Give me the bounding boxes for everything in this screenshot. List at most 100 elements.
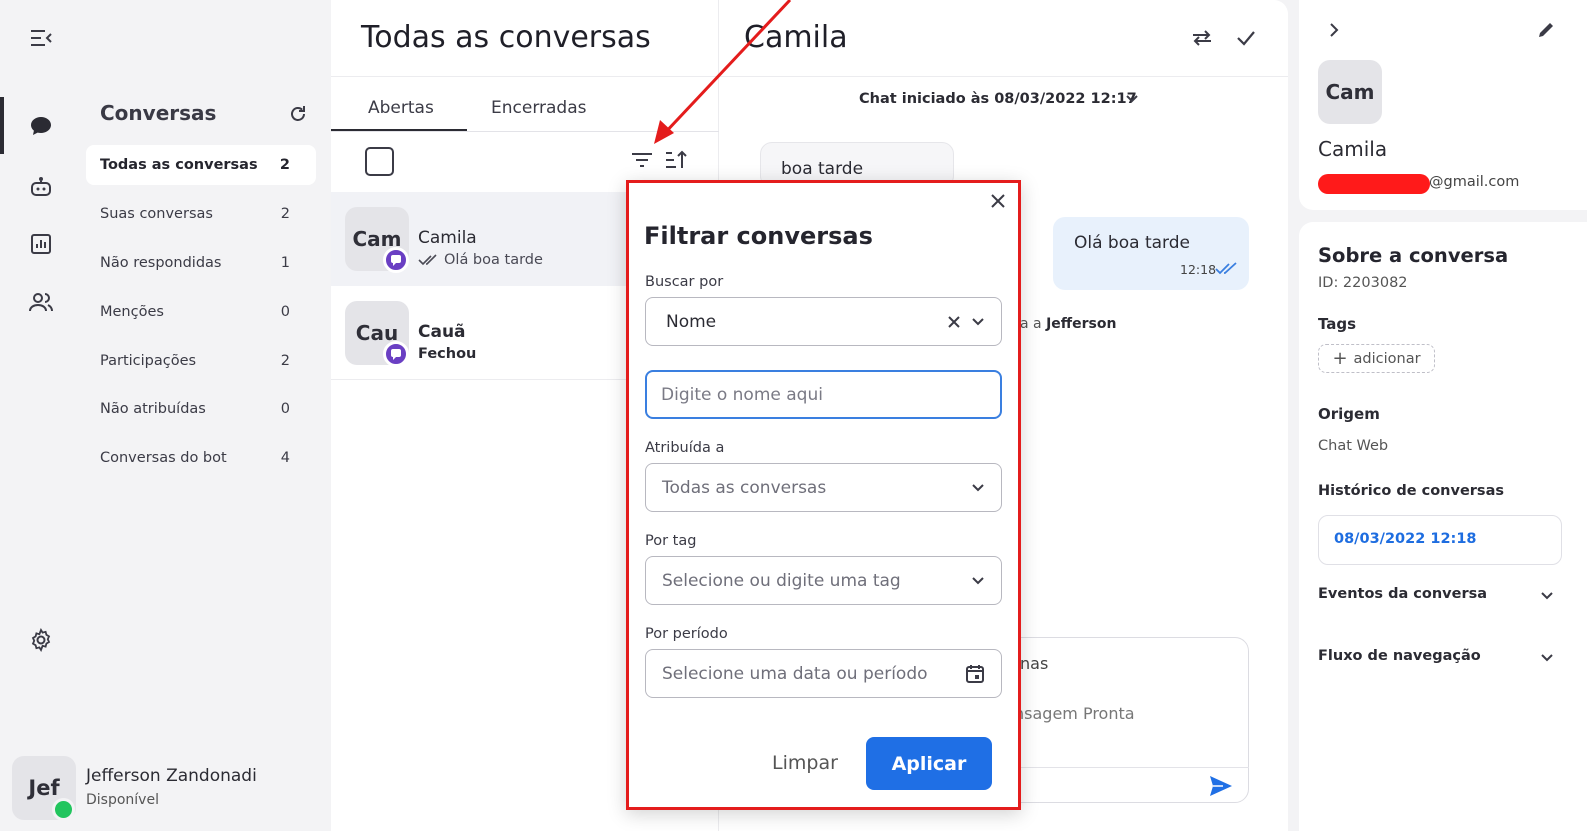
nav-rail xyxy=(0,0,80,831)
last-message-text: Olá boa tarde xyxy=(444,252,543,268)
calendar-icon[interactable] xyxy=(965,664,985,684)
chevron-down-icon[interactable] xyxy=(1540,591,1554,601)
conversation-id: ID: 2203082 xyxy=(1318,275,1408,291)
active-tab-underline xyxy=(331,129,467,131)
apply-button[interactable]: Aplicar xyxy=(866,737,992,790)
double-check-icon xyxy=(418,254,437,266)
canned-message-placeholder[interactable]: nsagem Pronta xyxy=(1014,704,1135,723)
add-tag-label: adicionar xyxy=(1353,350,1421,367)
sidebar-item-nao-respondidas[interactable]: Não respondidas 1 xyxy=(86,243,316,283)
divider xyxy=(1000,767,1249,768)
search-by-select[interactable]: Nome xyxy=(645,297,1002,346)
last-message-text: Fechou xyxy=(418,346,477,362)
assignment-note: a a Jefferson xyxy=(1020,316,1116,332)
sidebar-item-label: Suas conversas xyxy=(100,206,213,222)
search-by-value: Nome xyxy=(666,311,717,332)
annotation-arrow xyxy=(654,0,792,144)
sidebar-item-count: 2 xyxy=(279,157,290,173)
last-message: Fechou xyxy=(418,346,476,362)
outgoing-message-text: Olá boa tarde xyxy=(1074,233,1190,253)
settings-icon[interactable] xyxy=(27,626,55,654)
flow-accordion[interactable]: Fluxo de navegação xyxy=(1318,648,1481,664)
conversation-name: Camila xyxy=(418,228,477,248)
user-name: Jefferson Zandonadi xyxy=(86,766,257,786)
sidebar-item-label: Conversas do bot xyxy=(100,450,227,466)
sidebar-item-todas-as-conversas[interactable]: Todas as conversas 2 xyxy=(86,145,316,185)
plus-icon: + xyxy=(1332,347,1348,369)
assignment-agent: Jefferson xyxy=(1046,316,1117,332)
add-tag-button[interactable]: + adicionar xyxy=(1318,344,1435,373)
refresh-icon[interactable] xyxy=(288,104,308,124)
contact-avatar: Cam xyxy=(1318,60,1382,124)
period-date-picker[interactable]: Selecione uma data ou período xyxy=(645,649,1002,698)
chevron-down-icon[interactable] xyxy=(971,576,985,586)
sidebar-item-nao-atribuidas[interactable]: Não atribuídas 0 xyxy=(86,389,316,429)
tag-label: Por tag xyxy=(645,533,697,549)
tab-encerradas[interactable]: Encerradas xyxy=(491,98,586,118)
online-status-dot xyxy=(52,798,75,821)
search-by-label: Buscar por xyxy=(645,274,724,290)
modal-title: Filtrar conversas xyxy=(644,222,873,250)
redaction-mark xyxy=(1318,174,1430,194)
tab-abertas[interactable]: Abertas xyxy=(368,98,434,118)
assignment-note-prefix: a a xyxy=(1020,316,1047,332)
select-all-checkbox[interactable] xyxy=(365,147,394,176)
sort-icon[interactable] xyxy=(665,150,687,170)
filter-icon[interactable] xyxy=(631,151,653,169)
chat-icon[interactable] xyxy=(27,112,55,140)
chevron-right-icon[interactable] xyxy=(1328,22,1340,38)
origin-label: Origem xyxy=(1318,405,1380,423)
sidebar-item-count: 2 xyxy=(280,353,290,369)
events-accordion[interactable]: Eventos da conversa xyxy=(1318,586,1487,602)
chevron-down-icon[interactable] xyxy=(971,483,985,493)
assigned-label: Atribuída a xyxy=(645,440,725,456)
sidebar-item-count: 0 xyxy=(280,304,290,320)
tags-label: Tags xyxy=(1318,315,1357,333)
chevron-down-icon[interactable] xyxy=(1125,94,1139,104)
sidebar-item-label: Não respondidas xyxy=(100,255,222,271)
assigned-value: Todas as conversas xyxy=(662,477,827,498)
outgoing-message xyxy=(1053,217,1249,290)
sidebar-title: Conversas xyxy=(100,101,217,125)
sidebar-item-count: 2 xyxy=(280,206,290,222)
name-search-input[interactable] xyxy=(645,370,1002,419)
tag-placeholder: Selecione ou digite uma tag xyxy=(662,570,901,591)
contact-name: Camila xyxy=(1318,137,1388,161)
page-title: Todas as conversas xyxy=(361,20,651,55)
clear-x-icon[interactable] xyxy=(947,315,961,329)
chat-channel-icon xyxy=(383,341,409,367)
sidebar-item-count: 4 xyxy=(280,450,290,466)
sidebar-item-suas-conversas[interactable]: Suas conversas 2 xyxy=(86,194,316,234)
chevron-down-icon[interactable] xyxy=(1540,653,1554,663)
sidebar-item-participacoes[interactable]: Participações 2 xyxy=(86,341,316,381)
conversation-name: Cauã xyxy=(418,322,466,342)
bot-icon[interactable] xyxy=(27,172,55,200)
sidebar-item-label: Menções xyxy=(100,304,164,320)
sidebar-item-label: Não atribuídas xyxy=(100,401,206,417)
sidebar-item-mencoes[interactable]: Menções 0 xyxy=(86,292,316,332)
period-placeholder: Selecione uma data ou período xyxy=(662,663,928,684)
clear-button[interactable]: Limpar xyxy=(760,740,850,786)
origin-value: Chat Web xyxy=(1318,438,1389,454)
history-link[interactable]: 08/03/2022 12:18 xyxy=(1334,531,1477,547)
read-receipt-icon xyxy=(1215,262,1239,276)
edit-pencil-icon[interactable] xyxy=(1537,21,1555,39)
sidebar-item-count: 0 xyxy=(280,401,290,417)
close-icon[interactable] xyxy=(990,193,1006,209)
transfer-icon[interactable] xyxy=(1191,29,1213,47)
history-label: Histórico de conversas xyxy=(1318,483,1504,499)
menu-collapse-icon[interactable] xyxy=(27,24,55,52)
nav-active-indicator xyxy=(0,97,4,154)
divider xyxy=(719,76,1288,77)
reports-icon[interactable] xyxy=(27,230,55,258)
sidebar-item-conversas-do-bot[interactable]: Conversas do bot 4 xyxy=(86,438,316,478)
message-time: 12:18 xyxy=(1180,262,1217,277)
assigned-select[interactable]: Todas as conversas xyxy=(645,463,1002,512)
user-status[interactable]: Disponível xyxy=(86,792,159,808)
send-icon[interactable] xyxy=(1209,775,1233,797)
tag-select[interactable]: Selecione ou digite uma tag xyxy=(645,556,1002,605)
last-message: Olá boa tarde xyxy=(418,252,543,268)
resolve-check-icon[interactable] xyxy=(1236,29,1256,47)
team-icon[interactable] xyxy=(27,288,55,316)
chevron-down-icon[interactable] xyxy=(971,317,985,327)
